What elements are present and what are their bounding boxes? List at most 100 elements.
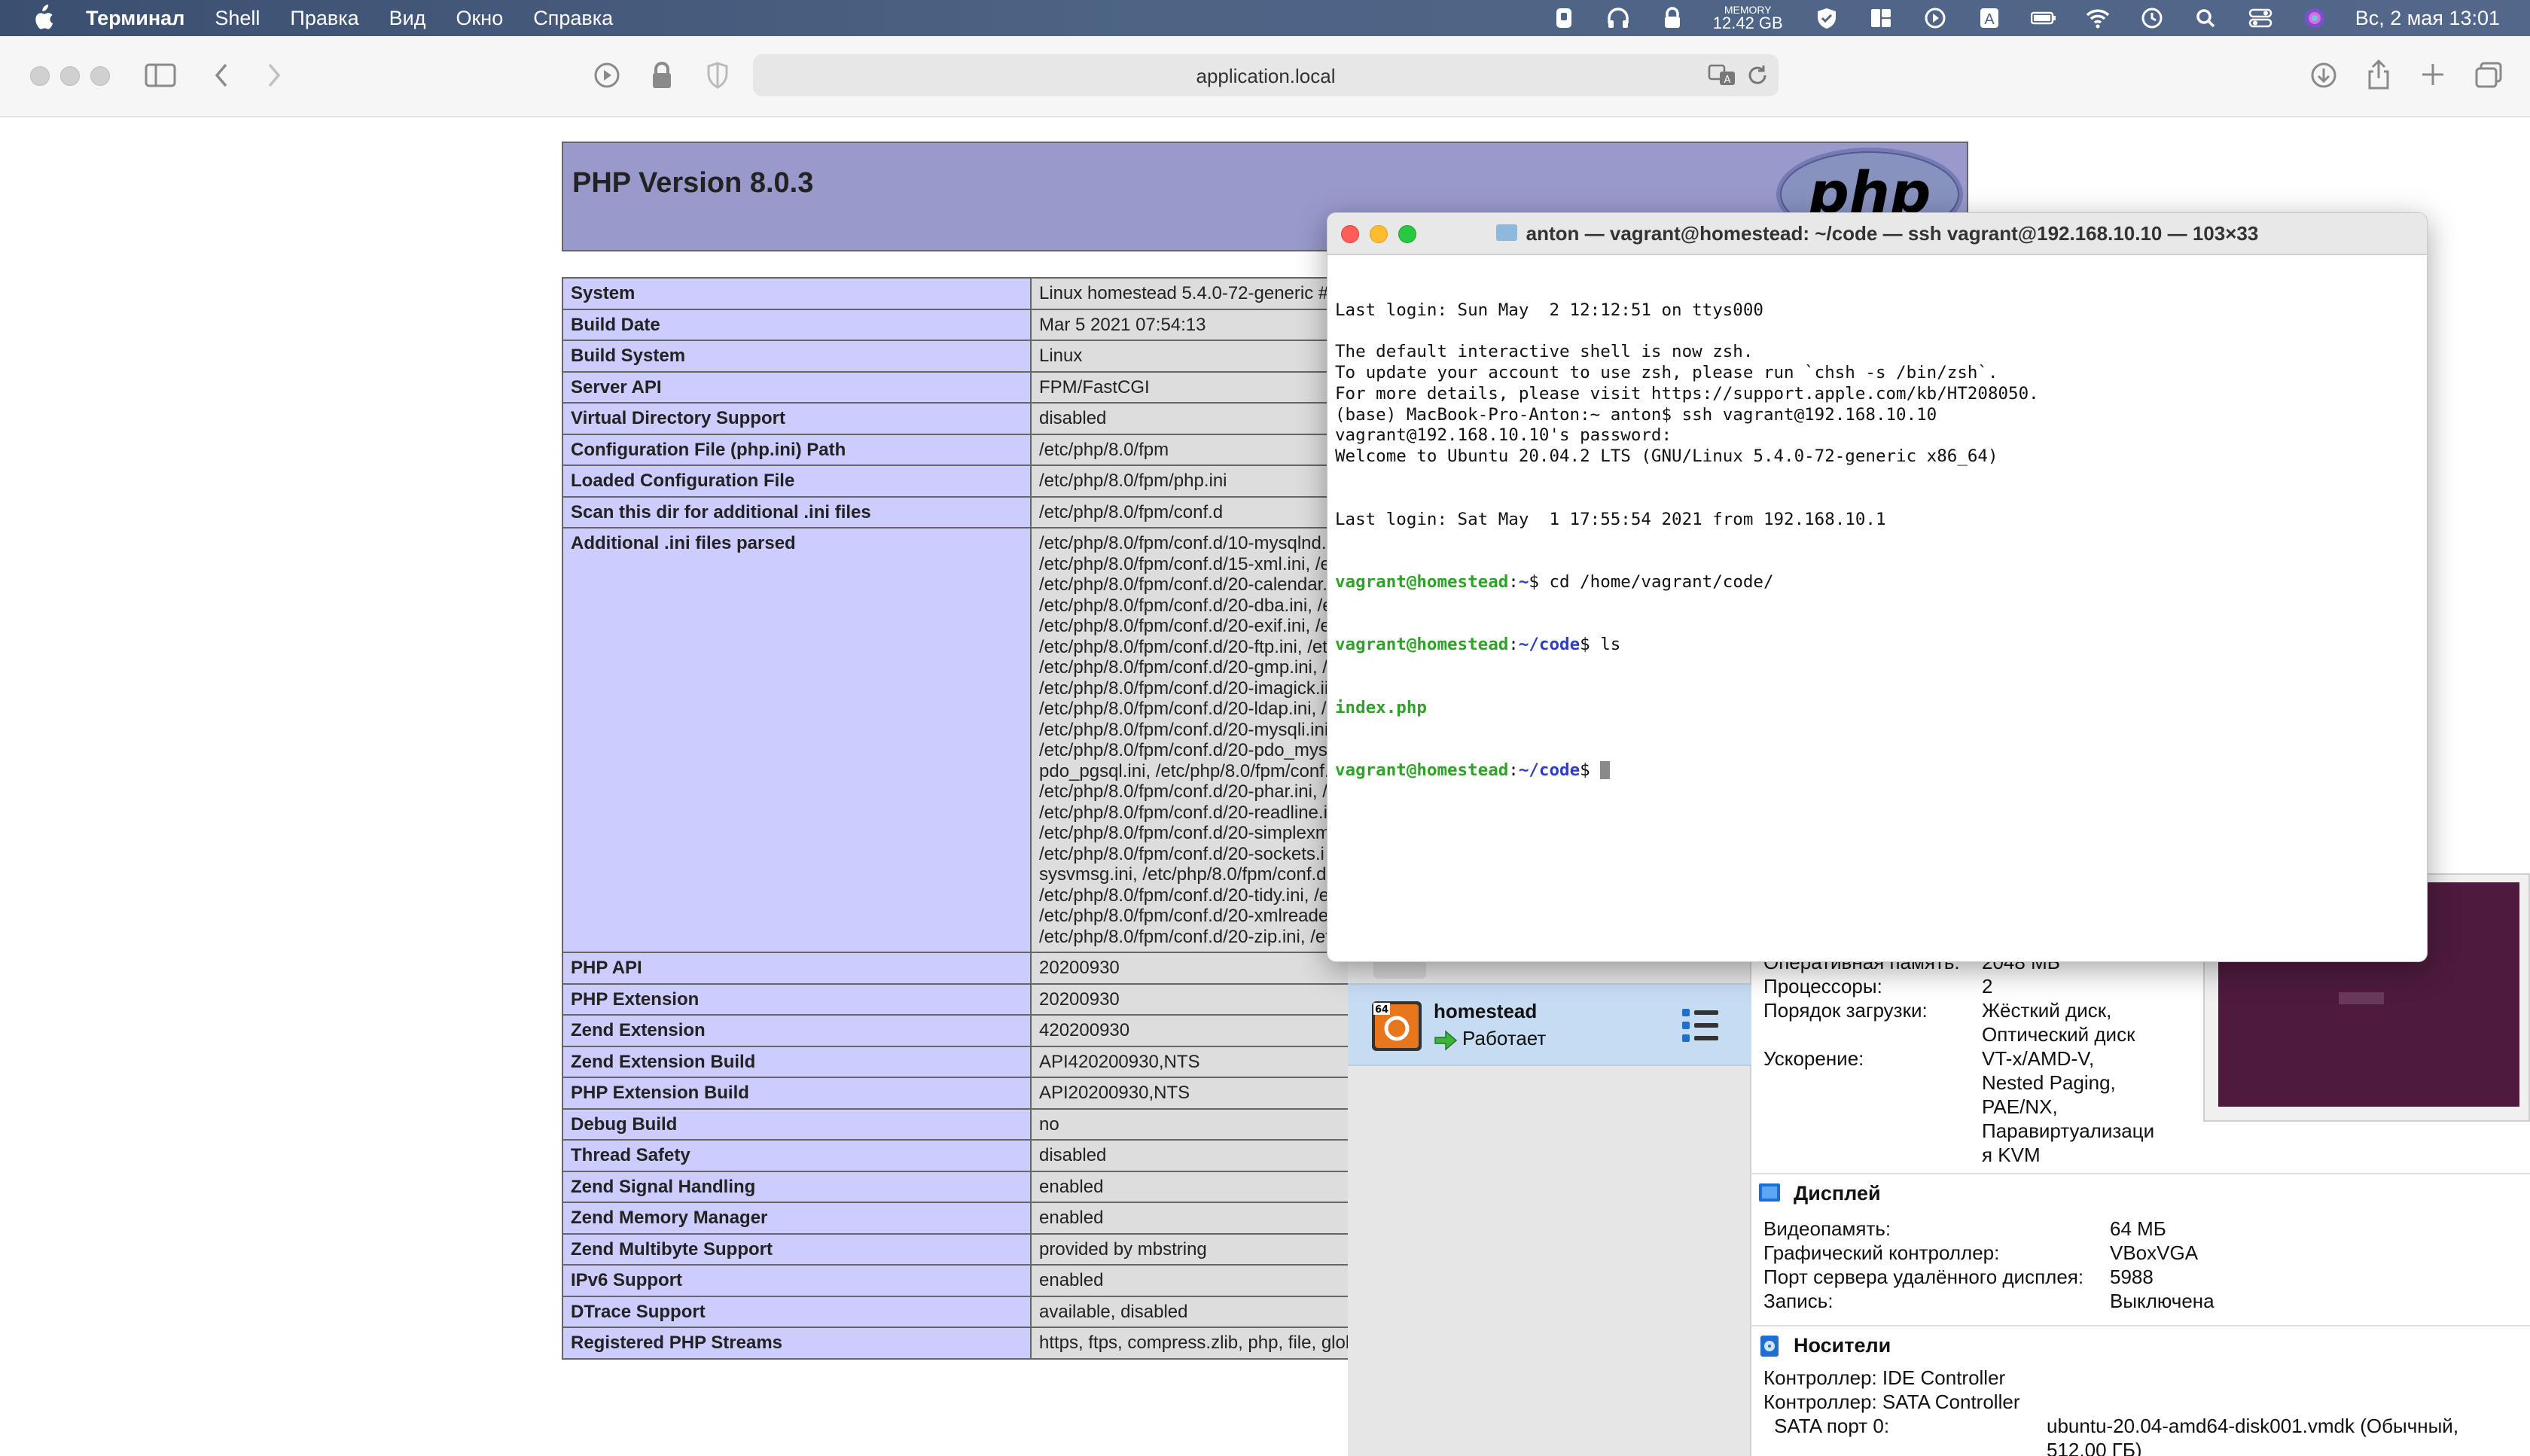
- system-detail-value: Паравиртуализаци: [1982, 1119, 2155, 1142]
- table-key: Additional .ini files parsed: [562, 527, 1032, 953]
- system-detail-value: Оптический диск: [1982, 1023, 2135, 1046]
- menu-view[interactable]: Вид: [389, 7, 426, 30]
- window-close-button[interactable]: [30, 66, 50, 86]
- tab-overview-icon[interactable]: [2474, 62, 2503, 89]
- memory-value: 12.42 GB: [1712, 14, 1783, 32]
- new-tab-icon[interactable]: [2420, 62, 2446, 87]
- menu-window[interactable]: Окно: [456, 7, 503, 30]
- display-heading[interactable]: Дисплей: [1794, 1182, 1881, 1205]
- apple-menu-icon[interactable]: [30, 5, 54, 32]
- svg-text:A: A: [1724, 75, 1731, 86]
- siri-icon[interactable]: [2301, 7, 2328, 29]
- shield-status-icon[interactable]: [1550, 7, 1577, 29]
- terminal-title: anton — vagrant@homestead: ~/code — ssh …: [1327, 222, 2427, 245]
- address-text[interactable]: application.local: [753, 65, 1779, 88]
- vpn-shield-icon[interactable]: [1813, 7, 1840, 29]
- headphones-icon[interactable]: [1605, 7, 1632, 29]
- window-minimize-button[interactable]: [60, 66, 80, 86]
- system-detail-value: 2: [1982, 975, 1993, 998]
- terminal-line: Last login: Sat May 1 17:55:54 2021 from…: [1335, 509, 1886, 529]
- terminal-line: index.php: [1335, 697, 1427, 717]
- lock-extension-icon[interactable]: [649, 60, 675, 90]
- vm-state: Работает: [1462, 1027, 1547, 1049]
- terminal-prompt-line[interactable]: vagrant@homestead:~/code$: [1335, 760, 2427, 781]
- sata-port-value: ubuntu-20.04-amd64-disk001.vmdk (Обычный…: [2047, 1415, 2459, 1437]
- translate-icon[interactable]: A: [1708, 63, 1738, 87]
- terminal-line: The default interactive shell is now zsh…: [1335, 342, 1754, 362]
- table-key: PHP Extension Build: [562, 1077, 1032, 1110]
- forward-icon[interactable]: [264, 62, 285, 89]
- battery-icon[interactable]: [2030, 7, 2057, 29]
- terminal-line: Last login: Sun May 2 12:12:51 on ttys00…: [1335, 300, 1763, 320]
- menu-edit[interactable]: Правка: [290, 7, 358, 30]
- storage-heading[interactable]: Носители: [1794, 1334, 1891, 1357]
- menu-shell[interactable]: Shell: [215, 7, 260, 30]
- control-center-icon[interactable]: [2247, 7, 2274, 29]
- svg-text:A: A: [1984, 11, 1995, 28]
- privacy-shield-icon[interactable]: [706, 62, 729, 89]
- menu-app-name[interactable]: Терминал: [86, 7, 184, 30]
- terminal-title-text: anton — vagrant@homestead: ~/code — ssh …: [1526, 222, 2259, 245]
- display-icon: [1759, 1183, 1780, 1202]
- reload-icon[interactable]: [1747, 63, 1769, 87]
- terminal-window[interactable]: anton — vagrant@homestead: ~/code — ssh …: [1327, 212, 2428, 962]
- lock-status-icon[interactable]: [1659, 7, 1686, 29]
- menu-bar: Терминал Shell Правка Вид Окно Справка M…: [0, 0, 2530, 36]
- display-detail-label: Запись:: [1763, 1290, 1833, 1312]
- terminal-line: To update your account to use zsh, pleas…: [1335, 362, 1998, 382]
- safari-toolbar: application.local A: [0, 36, 2530, 117]
- terminal-titlebar[interactable]: anton — vagrant@homestead: ~/code — ssh …: [1327, 213, 2427, 255]
- play-status-icon[interactable]: [1922, 7, 1949, 29]
- address-bar[interactable]: application.local A: [753, 54, 1779, 96]
- system-detail-label: Процессоры:: [1763, 975, 1882, 998]
- table-key: Zend Memory Manager: [562, 1202, 1032, 1235]
- display-detail-label: Порт сервера удалённого дисплея:: [1763, 1266, 2084, 1288]
- sidebar-toggle-icon[interactable]: [145, 62, 178, 89]
- input-source-icon[interactable]: A: [1976, 7, 2003, 29]
- terminal-line: vagrant@homestead:~/code$ ls: [1335, 635, 1621, 655]
- table-key: Virtual Directory Support: [562, 402, 1032, 435]
- memory-widget[interactable]: MEMORY 12.42 GB: [1713, 5, 1783, 32]
- menu-help[interactable]: Справка: [533, 7, 613, 30]
- vm-details-menu-icon[interactable]: [1679, 1004, 1721, 1046]
- terminal-output[interactable]: Last login: Sun May 2 12:12:51 on ttys00…: [1335, 258, 2427, 961]
- downloads-icon[interactable]: [2310, 62, 2337, 89]
- sata-port-label: SATA порт 0:: [1774, 1415, 1890, 1437]
- php-version-title: PHP Version 8.0.3: [572, 167, 814, 199]
- display-detail-value: 5988: [2110, 1266, 2154, 1288]
- folder-icon: [1495, 224, 1517, 242]
- window-layout-icon[interactable]: [1867, 7, 1894, 29]
- table-key: Build System: [562, 340, 1032, 373]
- table-key: Thread Safety: [562, 1139, 1032, 1172]
- table-key: Scan this dir for additional .ini files: [562, 495, 1032, 528]
- table-key: PHP Extension: [562, 982, 1032, 1016]
- display-detail-value: 64 МБ: [2110, 1217, 2166, 1240]
- window-zoom-button[interactable]: [90, 66, 110, 86]
- terminal-line: vagrant@192.168.10.10's password:: [1335, 425, 1672, 446]
- terminal-line: For more details, please visit https://s…: [1335, 383, 2039, 404]
- table-key: Zend Extension Build: [562, 1045, 1032, 1078]
- display-detail-label: Графический контроллер:: [1763, 1241, 2000, 1264]
- table-key: IPv6 Support: [562, 1264, 1032, 1297]
- share-icon[interactable]: [2366, 59, 2391, 90]
- vm-list-item-homestead[interactable]: 64 homestead Работает: [1348, 983, 1751, 1066]
- system-detail-value: я KVM: [1982, 1144, 2041, 1166]
- play-extension-icon[interactable]: [593, 62, 620, 89]
- back-icon[interactable]: [211, 62, 232, 89]
- time-machine-icon[interactable]: [2138, 7, 2166, 29]
- wifi-icon[interactable]: [2084, 7, 2111, 29]
- display-detail-value: VBoxVGA: [2110, 1241, 2199, 1264]
- menu-clock[interactable]: Вс, 2 мая 13:01: [2355, 7, 2500, 30]
- system-detail-value: Жёсткий диск,: [1982, 999, 2112, 1022]
- table-key: System: [562, 277, 1032, 310]
- table-key: Loaded Configuration File: [562, 465, 1032, 498]
- system-detail-label: Ускорение:: [1763, 1047, 1864, 1070]
- table-key: Zend Extension: [562, 1014, 1032, 1047]
- vm-preview-login-box: [2339, 992, 2384, 1004]
- display-detail-value: Выключена: [2110, 1290, 2215, 1312]
- ubuntu-64-icon: 64: [1372, 1001, 1422, 1051]
- spotlight-search-icon[interactable]: [2193, 7, 2220, 29]
- system-detail-value: PAE/NX,: [1982, 1095, 2058, 1118]
